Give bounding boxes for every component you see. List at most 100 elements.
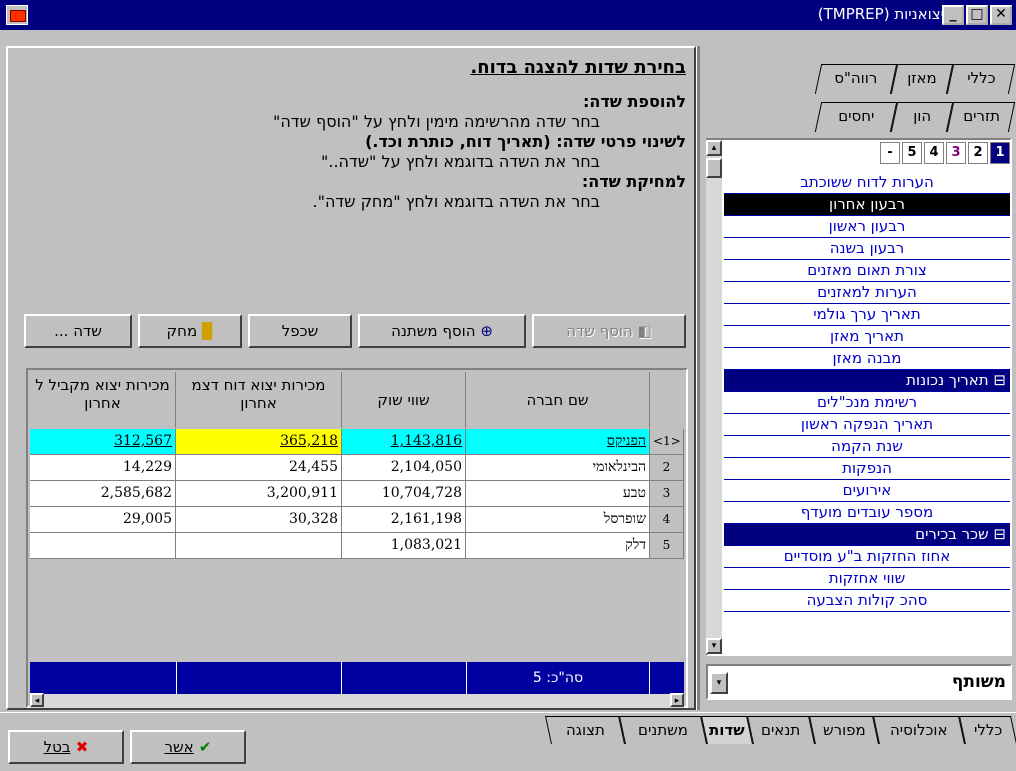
col-header-export-last[interactable]: מכירות יצוא דוח דצמ אחרון <box>176 372 342 428</box>
table-cell[interactable]: הבינלאומי <box>466 455 650 481</box>
list-item[interactable]: רבעון אחרון <box>724 194 1010 216</box>
bottom-tab-2[interactable]: מפורש <box>809 716 879 744</box>
trash-icon: ▉ <box>197 322 214 340</box>
list-item[interactable]: שווי אחזקות <box>724 568 1010 590</box>
bottom-tab-0[interactable]: כללי <box>959 716 1016 744</box>
ok-button[interactable]: ✔ אשר <box>130 730 246 764</box>
list-group-header[interactable]: ⊟ תאריך נכונות <box>724 370 1010 392</box>
list-item[interactable]: רבעון ראשון <box>724 216 1010 238</box>
grid-hscrollbar[interactable]: ◂ ▸ <box>30 693 684 708</box>
row-header[interactable]: 5 <box>650 533 684 559</box>
table-cell[interactable]: 29,005 <box>30 507 176 533</box>
corner-header <box>650 372 684 428</box>
list-item[interactable]: אירועים <box>724 480 1010 502</box>
scroll-left-icon[interactable]: ◂ <box>30 693 44 707</box>
table-cell[interactable] <box>30 533 176 559</box>
row-header[interactable]: 2 <box>650 455 684 481</box>
minimize-button[interactable]: _ <box>942 5 964 25</box>
list-item[interactable]: מבנה מאזן <box>724 348 1010 370</box>
row-header[interactable]: 3 <box>650 481 684 507</box>
table-cell[interactable]: 312,567 <box>30 429 176 455</box>
delete-button[interactable]: ▉ מחק <box>138 314 242 348</box>
page-tab-4[interactable]: 4 <box>924 142 944 164</box>
list-item[interactable]: הערות למאזנים <box>724 282 1010 304</box>
page-tab--[interactable]: - <box>880 142 900 164</box>
bottom-tab-3[interactable]: תנאים <box>747 716 815 744</box>
category-combo[interactable]: ▾ משותף <box>706 664 1012 700</box>
window-title: יצואניות (TMPREP) <box>817 5 944 23</box>
app-icon[interactable] <box>6 5 28 25</box>
list-item[interactable]: שנת הקמה <box>724 436 1010 458</box>
table-cell[interactable]: דלק <box>466 533 650 559</box>
cancel-button[interactable]: ✖ בטל <box>8 730 124 764</box>
list-item[interactable]: הערות לדוח ששוכתב <box>724 172 1010 194</box>
list-vscrollbar[interactable]: ▴ ▾ <box>706 140 722 654</box>
tab-bottom-1[interactable]: הון <box>890 102 954 132</box>
grid-body: 312,567 365,218 1,143,816 הפניקס <1> 14,229 24… <box>30 429 684 661</box>
collapse-icon[interactable]: ⊟ <box>989 525 1006 543</box>
duplicate-button[interactable]: שכפל <box>248 314 352 348</box>
table-cell[interactable]: 1,083,021 <box>342 533 466 559</box>
add-variable-button[interactable]: ⊕ הוסף משתנה <box>358 314 526 348</box>
list-item[interactable]: תאריך הנפקה ראשון <box>724 414 1010 436</box>
splitter[interactable] <box>696 46 700 710</box>
table-cell[interactable]: 3,200,911 <box>176 481 342 507</box>
table-cell[interactable]: 2,161,198 <box>342 507 466 533</box>
table-cell[interactable]: 2,585,682 <box>30 481 176 507</box>
tab-bottom-0[interactable]: תזרים <box>946 102 1016 132</box>
maximize-button[interactable]: □ <box>966 5 988 25</box>
bottom-tab-6[interactable]: תצוגה <box>545 716 625 744</box>
page-tab-3[interactable]: 3 <box>946 142 966 164</box>
tab-top-2[interactable]: רווה"ס <box>814 64 898 94</box>
instruction-line: בחר שדה מהרשימה מימין ולחץ על "הוסף שדה" <box>272 112 600 131</box>
list-item[interactable]: צורת תאום מאזנים <box>724 260 1010 282</box>
table-cell[interactable]: 1,143,816 <box>342 429 466 455</box>
table-cell[interactable]: טבע <box>466 481 650 507</box>
field-button[interactable]: שדה ... <box>24 314 132 348</box>
scroll-up-icon[interactable]: ▴ <box>706 140 722 156</box>
tabs-row-bottom: תזרים הון יחסים <box>812 102 1016 134</box>
page-tab-2[interactable]: 2 <box>968 142 988 164</box>
page-tab-5[interactable]: 5 <box>902 142 922 164</box>
list-item[interactable]: הנפקות <box>724 458 1010 480</box>
chevron-down-icon[interactable]: ▾ <box>710 672 728 694</box>
table-cell[interactable] <box>176 533 342 559</box>
table-cell[interactable]: 2,104,050 <box>342 455 466 481</box>
add-variable-icon: ⊕ <box>475 322 493 340</box>
table-cell[interactable]: 24,455 <box>176 455 342 481</box>
table-cell[interactable]: 10,704,728 <box>342 481 466 507</box>
table-cell[interactable]: 365,218 <box>176 429 342 455</box>
close-button[interactable]: ✕ <box>990 5 1012 25</box>
row-header[interactable]: <1> <box>650 429 684 455</box>
collapse-icon[interactable]: ⊟ <box>989 371 1006 389</box>
col-header-export-prev[interactable]: מכירות יצוא מקביל ל אחרון <box>30 372 176 428</box>
bottom-tab-1[interactable]: אוכלוסיה <box>873 716 965 744</box>
scroll-down-icon[interactable]: ▾ <box>706 638 722 654</box>
list-item[interactable]: רבעון בשנה <box>724 238 1010 260</box>
list-item[interactable]: רשימת מנכ"לים <box>724 392 1010 414</box>
table-cell[interactable]: הפניקס <box>466 429 650 455</box>
instructions: להוספת שדה: בחר שדה מהרשימה מימין ולחץ על… <box>12 92 688 212</box>
scroll-right-icon[interactable]: ▸ <box>670 693 684 707</box>
list-group-header[interactable]: ⊟ שכר בכירים <box>724 524 1010 546</box>
table-cell[interactable]: שופרסל <box>466 507 650 533</box>
page-tab-1[interactable]: 1 <box>990 142 1010 164</box>
tab-top-0[interactable]: כללי <box>946 64 1016 94</box>
col-header-market-value[interactable]: שווי שוק <box>342 372 466 428</box>
col-header-company[interactable]: שם חברה <box>466 372 650 428</box>
list-item[interactable]: אחוז החזקות ב"ע מוסדיים <box>724 546 1010 568</box>
tab-top-1[interactable]: מאזן <box>890 64 954 94</box>
add-field-button[interactable]: ◧ הוסף שדה <box>532 314 686 348</box>
list-item[interactable]: תאריך מאזן <box>724 326 1010 348</box>
row-header[interactable]: 4 <box>650 507 684 533</box>
table-cell[interactable]: 30,328 <box>176 507 342 533</box>
bottom-tab-4[interactable]: שדות <box>701 716 753 744</box>
scroll-thumb[interactable] <box>706 158 722 178</box>
tab-bottom-2[interactable]: יחסים <box>814 102 898 132</box>
list-item[interactable]: מספר עובדים מועדף <box>724 502 1010 524</box>
list-item[interactable]: סהכ קולות הצבעה <box>724 590 1010 612</box>
table-cell[interactable]: 14,229 <box>30 455 176 481</box>
list-item[interactable]: תאריך ערך גולמי <box>724 304 1010 326</box>
check-icon: ✔ <box>193 738 212 756</box>
bottom-tab-5[interactable]: משתנים <box>619 716 707 744</box>
